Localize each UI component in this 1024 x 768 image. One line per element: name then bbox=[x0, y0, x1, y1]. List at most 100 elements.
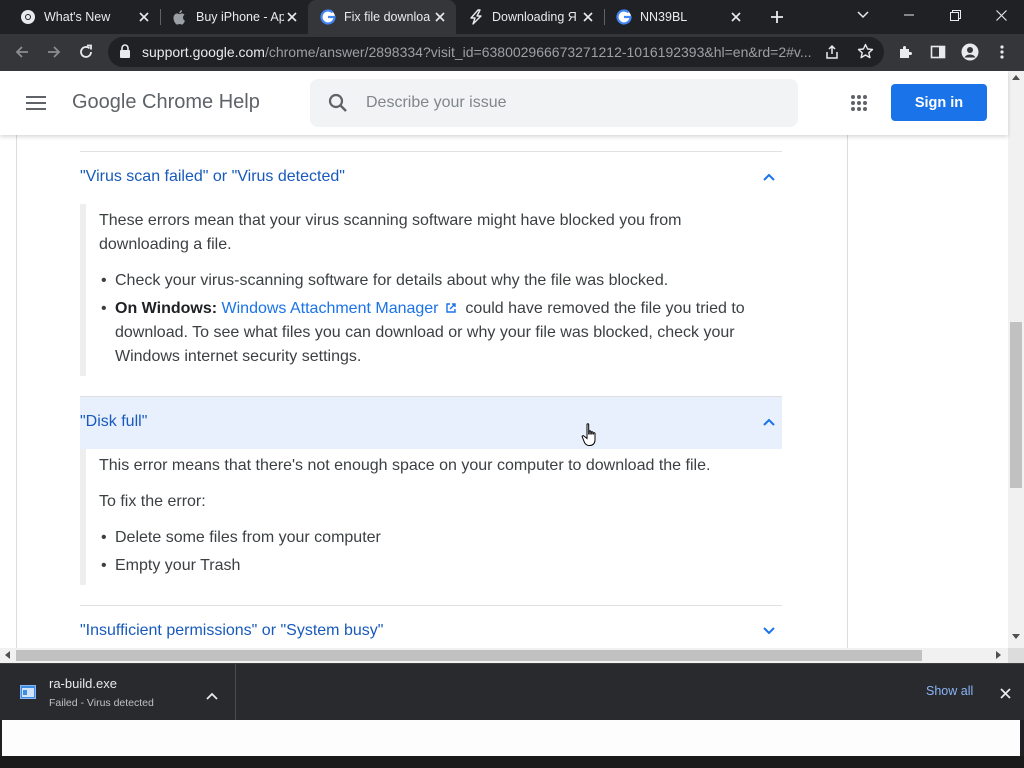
browser-toolbar: support.google.com/chrome/answer/2898334… bbox=[0, 34, 1024, 71]
url-path: /chrome/answer/2898334?visit_id=63800296… bbox=[264, 44, 812, 60]
close-icon[interactable] bbox=[728, 9, 744, 25]
accordion-title: "Virus scan failed" or "Virus detected" bbox=[80, 168, 345, 185]
bullet-text: Delete some files from your computer bbox=[115, 529, 381, 546]
list-item: • Delete some files from your computer bbox=[101, 529, 381, 546]
accordion-body-disk: This error means that there's not enough… bbox=[80, 449, 782, 585]
google-icon bbox=[320, 9, 336, 25]
tab-title: What's New bbox=[44, 10, 111, 24]
puzzle-icon bbox=[900, 46, 912, 58]
close-icon[interactable] bbox=[580, 9, 596, 25]
chevron-down-icon bbox=[857, 11, 869, 19]
scroll-down-arrow-icon[interactable] bbox=[1012, 634, 1020, 640]
windows-attachment-manager-link[interactable]: Windows Attachment Manager bbox=[222, 300, 439, 317]
profile-button[interactable] bbox=[956, 38, 984, 66]
bullet-text: Check your virus-scanning software for d… bbox=[115, 272, 669, 289]
hamburger-menu-icon[interactable] bbox=[26, 96, 46, 115]
apps-grid-icon[interactable] bbox=[851, 95, 867, 116]
paragraph: To fix the error: bbox=[99, 493, 206, 510]
close-icon[interactable] bbox=[432, 9, 448, 25]
address-bar[interactable]: support.google.com/chrome/answer/2898334… bbox=[108, 37, 884, 67]
accordion-virus-scan-failed[interactable]: "Virus scan failed" or "Virus detected" bbox=[80, 152, 782, 204]
restore-icon bbox=[949, 9, 961, 21]
bookmark-star-icon[interactable] bbox=[857, 43, 874, 65]
avatar-icon bbox=[961, 43, 979, 61]
paragraph: This error means that there's not enough… bbox=[99, 457, 711, 474]
reload-icon bbox=[80, 44, 92, 58]
show-all-button[interactable]: Show all bbox=[926, 684, 973, 698]
tab-downloading[interactable]: Downloading Я bbox=[456, 0, 604, 34]
restore-button[interactable] bbox=[932, 0, 978, 30]
side-panel-button[interactable] bbox=[924, 38, 952, 66]
url-host: support.google.com bbox=[142, 44, 265, 60]
tab-buy-iphone[interactable]: Buy iPhone - Ap bbox=[160, 0, 308, 34]
url-text[interactable]: support.google.com/chrome/answer/2898334… bbox=[142, 44, 832, 60]
tab-nn39bl[interactable]: NN39BL bbox=[604, 0, 752, 34]
scroll-up-arrow-icon[interactable] bbox=[1012, 74, 1020, 80]
tab-title: Downloading Я bbox=[492, 10, 577, 24]
scroll-left-arrow-icon[interactable] bbox=[4, 651, 10, 659]
download-item[interactable]: ra-build.exe Failed - Virus detected bbox=[0, 664, 236, 720]
accordion-body-virus: These errors mean that your virus scanni… bbox=[80, 204, 782, 376]
close-icon[interactable] bbox=[284, 9, 300, 25]
google-icon bbox=[616, 9, 632, 25]
chevron-up-icon bbox=[763, 418, 775, 426]
accordion-title: "Disk full" bbox=[80, 413, 148, 430]
back-arrow-icon bbox=[15, 46, 28, 58]
plus-icon bbox=[771, 11, 783, 23]
apple-icon bbox=[172, 9, 188, 25]
help-header: Google Chrome Help Sign in bbox=[0, 71, 1008, 135]
taskbar bbox=[0, 756, 1024, 768]
forward-button[interactable] bbox=[40, 38, 68, 66]
scrollbar-corner bbox=[1008, 648, 1024, 663]
accordion-disk-full[interactable]: "Disk full" bbox=[80, 397, 782, 449]
menu-button[interactable] bbox=[988, 38, 1016, 66]
tab-whats-new[interactable]: What's New bbox=[0, 0, 160, 34]
tab-title: Buy iPhone - Ap bbox=[196, 10, 284, 24]
close-icon[interactable] bbox=[136, 9, 152, 25]
window-close-button[interactable] bbox=[978, 0, 1024, 30]
chevron-down-icon bbox=[763, 627, 775, 635]
horizontal-scrollbar-thumb[interactable] bbox=[16, 650, 922, 661]
search-icon[interactable] bbox=[328, 93, 348, 118]
sign-in-button[interactable]: Sign in bbox=[891, 84, 987, 121]
close-download-bar-icon[interactable] bbox=[1000, 686, 1011, 704]
chevron-up-icon[interactable] bbox=[206, 687, 218, 705]
page-viewport: Google Chrome Help Sign in "Virus scan f… bbox=[0, 71, 1024, 663]
reload-button[interactable] bbox=[72, 38, 100, 66]
external-link-icon bbox=[446, 303, 456, 313]
download-filename: ra-build.exe bbox=[49, 676, 117, 691]
hand-cursor-icon bbox=[581, 423, 596, 446]
new-tab-button[interactable] bbox=[762, 2, 792, 32]
minimize-button[interactable] bbox=[886, 0, 932, 30]
tab-fix-file-downloads[interactable]: Fix file downloa bbox=[308, 0, 456, 34]
site-title[interactable]: Google Chrome Help bbox=[72, 91, 260, 114]
tab-title: Fix file downloa bbox=[344, 10, 431, 24]
list-item: • Empty your Trash bbox=[101, 557, 241, 574]
back-button[interactable] bbox=[8, 38, 36, 66]
download-shelf: ra-build.exe Failed - Virus detected Sho… bbox=[0, 663, 1024, 720]
kebab-menu-icon bbox=[1000, 45, 1004, 59]
chevron-up-icon bbox=[763, 173, 775, 181]
tab-search-button[interactable] bbox=[840, 0, 886, 30]
download-status: Failed - Virus detected bbox=[49, 697, 154, 709]
bullet-text: Empty your Trash bbox=[115, 557, 241, 574]
lock-icon[interactable] bbox=[119, 44, 131, 64]
tab-strip: What's New Buy iPhone - Ap Fix file down… bbox=[0, 0, 1024, 34]
list-item: • On Windows: Windows Attachment Manager … bbox=[101, 300, 745, 365]
file-icon bbox=[20, 685, 36, 704]
lightning-icon bbox=[468, 9, 484, 25]
accordion-title: "Insufficient permissions" or "System bu… bbox=[80, 622, 384, 639]
forward-arrow-icon bbox=[48, 46, 61, 58]
scroll-right-arrow-icon[interactable] bbox=[996, 651, 1002, 659]
help-search-box[interactable] bbox=[310, 79, 798, 127]
close-icon bbox=[995, 9, 1007, 21]
search-input[interactable] bbox=[366, 91, 766, 115]
vertical-scrollbar-thumb[interactable] bbox=[1010, 322, 1022, 488]
list-item: • Check your virus-scanning software for … bbox=[101, 272, 669, 289]
taskbar-preview bbox=[2, 720, 1020, 756]
share-icon[interactable] bbox=[824, 44, 840, 65]
chrome-icon bbox=[20, 9, 36, 25]
minimize-icon bbox=[904, 14, 914, 16]
extensions-button[interactable] bbox=[892, 38, 920, 66]
tab-title: NN39BL bbox=[640, 10, 688, 24]
